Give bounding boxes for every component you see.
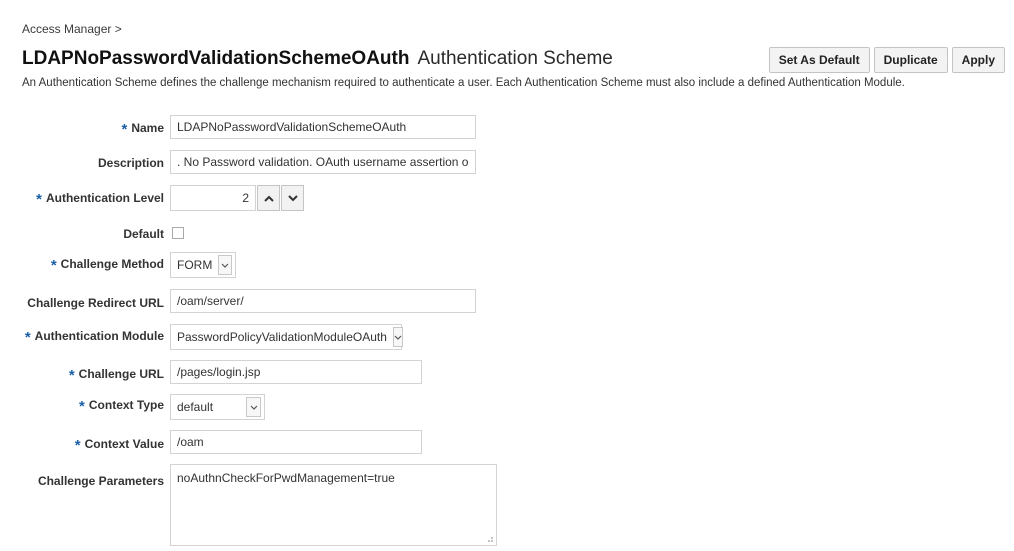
required-marker: * [36,191,42,208]
name-field[interactable] [170,115,476,139]
challenge-url-field[interactable] [170,360,422,384]
description-label: Description [97,156,164,170]
dropdown-caret-icon [392,327,403,347]
dropdown-caret-icon [218,255,232,275]
chevron-up-icon [263,195,274,202]
authentication-module-label: * Authentication Module [24,329,164,346]
required-marker: * [74,437,81,454]
default-label: Default [123,227,164,241]
challenge-url-label: * Challenge URL [68,367,164,384]
increment-button[interactable] [257,185,280,211]
required-marker: * [50,257,57,274]
resize-grip-icon[interactable] [484,533,494,543]
challenge-method-label: * Challenge Method [50,257,164,274]
challenge-parameters-textarea[interactable]: noAuthnCheckForPwdManagement=true [170,464,497,546]
name-label: * Name [121,121,164,138]
authentication-level-stepper [170,185,304,211]
context-value-field[interactable] [170,430,422,454]
challenge-redirect-url-label: Challenge Redirect URL [27,296,164,310]
dropdown-caret-icon [246,397,261,417]
required-marker: * [121,121,128,138]
decrement-button[interactable] [281,185,304,211]
authentication-level-field[interactable] [170,185,256,211]
authentication-level-label: * Authentication Level [36,191,164,208]
context-type-value: default [177,400,214,414]
context-type-label: * Context Type [79,398,164,415]
authentication-module-value: PasswordPolicyValidationModuleOAuth [177,330,387,344]
required-marker: * [79,398,85,415]
required-marker: * [24,329,31,346]
challenge-method-select[interactable]: FORM [170,252,236,278]
challenge-parameters-label: Challenge Parameters [37,474,164,488]
default-checkbox[interactable] [172,227,184,239]
context-type-select[interactable]: default [170,394,265,420]
challenge-redirect-url-field[interactable] [170,289,476,313]
required-marker: * [68,367,75,384]
challenge-method-value: FORM [177,258,213,272]
authentication-scheme-form: *Name Description *Authentication Level … [0,0,1014,551]
context-value-label: * Context Value [74,437,164,454]
description-field[interactable] [170,150,476,174]
chevron-down-icon [287,194,298,201]
authentication-module-select[interactable]: PasswordPolicyValidationModuleOAuth [170,324,403,350]
